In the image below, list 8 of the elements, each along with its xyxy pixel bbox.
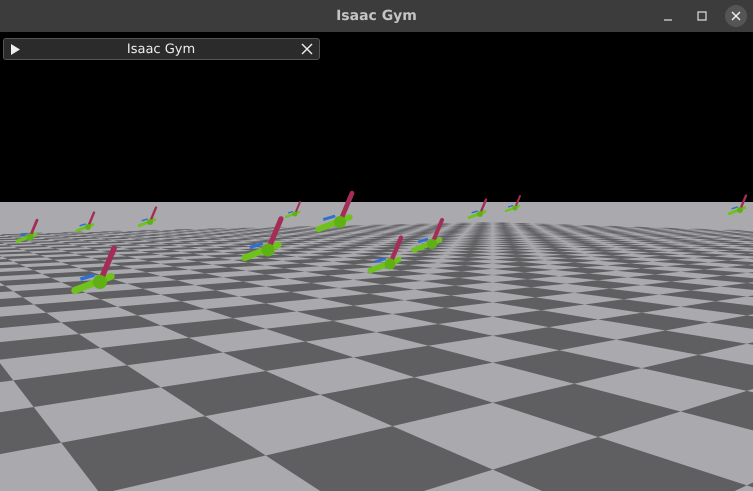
expand-triangle-icon[interactable]: [10, 44, 21, 54]
close-icon[interactable]: [301, 43, 313, 55]
close-icon: [731, 11, 741, 21]
minimize-icon: [663, 19, 673, 21]
panel-title: Isaac Gym: [126, 42, 196, 56]
maximize-icon: [697, 11, 707, 21]
window-title: Isaac Gym: [336, 8, 417, 24]
close-button[interactable]: [725, 5, 747, 27]
